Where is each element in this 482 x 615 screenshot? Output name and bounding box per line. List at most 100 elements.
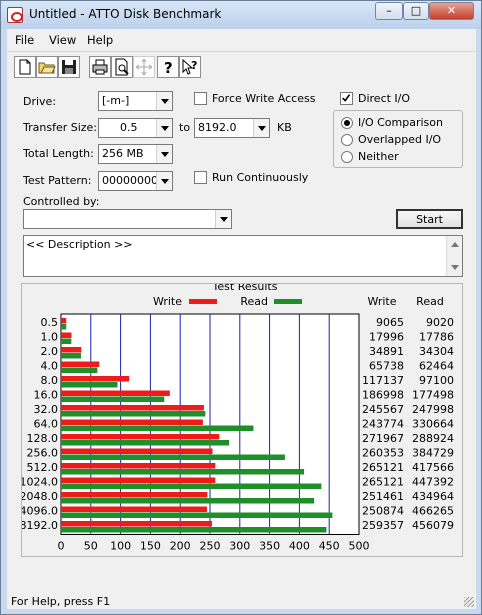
read-bar bbox=[61, 469, 305, 475]
legend-read-label: Read bbox=[240, 295, 268, 308]
read-value: 417566 bbox=[412, 461, 454, 474]
write-value: 250874 bbox=[362, 505, 404, 518]
total-length-select[interactable]: 256 MB bbox=[98, 144, 173, 164]
transfer-size-to-select[interactable]: 8192.0 bbox=[194, 118, 270, 138]
menu-view[interactable]: View bbox=[49, 33, 76, 47]
write-bar bbox=[61, 361, 100, 367]
write-bar bbox=[61, 434, 220, 440]
read-bar bbox=[61, 396, 165, 402]
write-bar bbox=[61, 463, 216, 469]
write-bar bbox=[61, 477, 216, 483]
chevron-down-icon[interactable] bbox=[156, 145, 172, 163]
chevron-down-icon[interactable] bbox=[215, 210, 231, 228]
app-window: Untitled - ATTO Disk Benchmark – □ ✕ Fil… bbox=[0, 0, 482, 615]
neither-radio[interactable] bbox=[341, 151, 353, 163]
write-value: 271967 bbox=[362, 432, 404, 445]
io-comparison-radio[interactable] bbox=[341, 117, 353, 129]
save-icon[interactable] bbox=[58, 56, 80, 78]
atto-app-icon[interactable] bbox=[7, 7, 23, 23]
x-tick-label: 300 bbox=[229, 540, 250, 553]
chevron-down-icon[interactable] bbox=[156, 119, 172, 137]
write-value: 186998 bbox=[362, 389, 404, 402]
read-value: 456079 bbox=[412, 519, 454, 532]
close-button[interactable]: ✕ bbox=[429, 2, 474, 20]
x-tick-label: 50 bbox=[84, 540, 98, 553]
description-scrollbar[interactable] bbox=[446, 236, 462, 276]
toolbar: ? ? bbox=[7, 51, 476, 81]
menu-file[interactable]: File bbox=[15, 33, 34, 47]
help-icon[interactable]: ? bbox=[157, 56, 179, 78]
chevron-down-icon[interactable] bbox=[156, 172, 172, 190]
start-button[interactable]: Start bbox=[396, 209, 463, 229]
results-chart: Test Results Write Read Write Read 0 50 100 150 2… bbox=[22, 284, 454, 556]
new-icon[interactable] bbox=[14, 56, 36, 78]
results-title: Test Results bbox=[212, 284, 278, 293]
y-category-label: 2.0 bbox=[41, 345, 59, 358]
legend-read-swatch bbox=[274, 299, 302, 304]
y-category-label: 64.0 bbox=[34, 418, 59, 431]
write-value: 65738 bbox=[369, 360, 404, 373]
y-category-label: 256.0 bbox=[27, 447, 59, 460]
scroll-down-icon[interactable] bbox=[451, 265, 459, 270]
write-bar bbox=[61, 347, 82, 353]
x-tick-label: 0 bbox=[58, 540, 65, 553]
read-value: 384729 bbox=[412, 447, 454, 460]
controlled-by-label: Controlled by: bbox=[23, 195, 100, 208]
print-preview-icon[interactable] bbox=[111, 56, 133, 78]
minimize-button[interactable]: – bbox=[375, 2, 403, 20]
y-category-label: 16.0 bbox=[34, 389, 59, 402]
description-field[interactable]: << Description >> bbox=[23, 235, 463, 277]
write-bar bbox=[61, 390, 170, 396]
x-tick-label: 150 bbox=[140, 540, 161, 553]
y-category-label: 8.0 bbox=[41, 374, 59, 387]
read-value: 97100 bbox=[419, 374, 454, 387]
controlled-by-select[interactable] bbox=[23, 209, 232, 229]
force-write-label: Force Write Access bbox=[212, 92, 316, 105]
overlapped-io-label: Overlapped I/O bbox=[358, 133, 442, 146]
y-category-label: 8192.0 bbox=[22, 519, 58, 532]
overlapped-io-radio[interactable] bbox=[341, 134, 353, 146]
read-bar bbox=[61, 425, 254, 431]
move-icon[interactable] bbox=[133, 56, 155, 78]
read-value: 466265 bbox=[412, 505, 454, 518]
menu-bar: File View Help bbox=[7, 29, 476, 51]
neither-label: Neither bbox=[358, 150, 399, 163]
read-bar bbox=[61, 483, 322, 489]
drive-select[interactable]: [-m-] bbox=[98, 91, 173, 111]
read-bar bbox=[61, 353, 81, 359]
open-icon[interactable] bbox=[36, 56, 58, 78]
total-length-label: Total Length: bbox=[23, 147, 94, 160]
read-bar bbox=[61, 382, 118, 388]
resize-grip-icon[interactable] bbox=[464, 597, 474, 607]
test-results-group: Test Results Write Read Write Read 0 50 100 150 2… bbox=[21, 283, 463, 557]
print-icon[interactable] bbox=[89, 56, 111, 78]
read-value: 34304 bbox=[419, 345, 454, 358]
force-write-checkbox[interactable] bbox=[194, 92, 207, 105]
context-help-icon[interactable]: ? bbox=[179, 56, 201, 78]
y-category-label: 1024.0 bbox=[22, 476, 58, 489]
scroll-up-icon[interactable] bbox=[451, 242, 459, 247]
chevron-down-icon[interactable] bbox=[156, 92, 172, 110]
write-bar bbox=[61, 376, 130, 382]
x-tick-label: 450 bbox=[319, 540, 340, 553]
x-tick-label: 400 bbox=[289, 540, 310, 553]
y-category-label: 2048.0 bbox=[22, 490, 58, 503]
test-pattern-select[interactable]: 00000000 bbox=[98, 171, 173, 191]
y-category-label: 512.0 bbox=[27, 461, 59, 474]
run-continuously-checkbox[interactable] bbox=[194, 171, 207, 184]
read-value: 9020 bbox=[426, 316, 454, 329]
drive-label: Drive: bbox=[23, 95, 57, 108]
transfer-unit-label: KB bbox=[277, 121, 292, 134]
chevron-down-icon[interactable] bbox=[253, 119, 269, 137]
svg-text:?: ? bbox=[191, 59, 197, 72]
title-bar[interactable]: Untitled - ATTO Disk Benchmark – □ ✕ bbox=[1, 1, 481, 29]
read-bar bbox=[61, 454, 285, 460]
maximize-button[interactable]: □ bbox=[403, 2, 429, 20]
read-value: 17786 bbox=[419, 331, 454, 344]
menu-help[interactable]: Help bbox=[87, 33, 113, 47]
write-value: 9065 bbox=[376, 316, 404, 329]
write-bar bbox=[61, 492, 208, 498]
direct-io-checkbox[interactable] bbox=[340, 92, 353, 105]
write-bar bbox=[61, 405, 204, 411]
transfer-size-from-select[interactable]: 0.5 bbox=[98, 118, 173, 138]
